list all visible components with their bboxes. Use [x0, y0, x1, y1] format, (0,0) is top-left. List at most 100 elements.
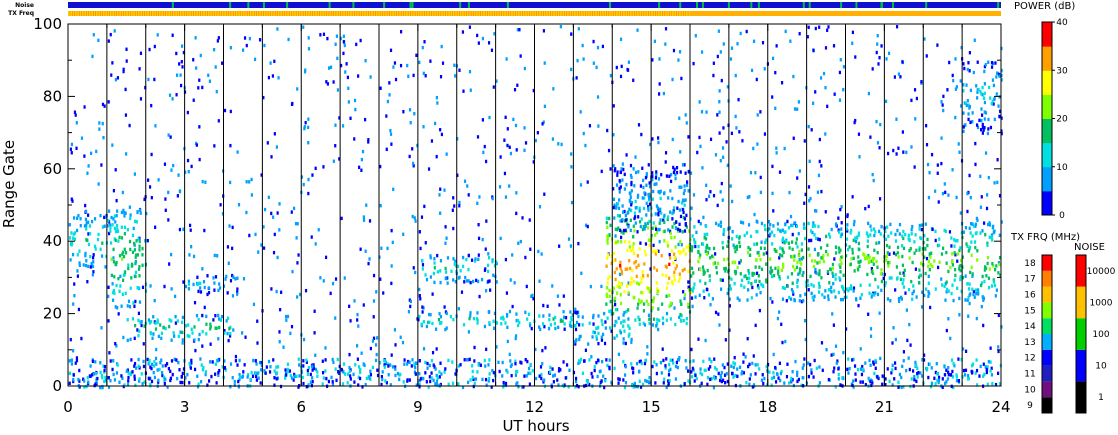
echo-cell — [983, 117, 986, 121]
echo-cell — [245, 210, 248, 215]
echo-cell — [694, 34, 697, 38]
echo-cell — [692, 193, 696, 197]
echo-cell — [759, 290, 762, 295]
echo-cell — [202, 365, 205, 370]
echo-cell — [178, 368, 181, 372]
freq-strip-mark — [205, 11, 208, 16]
echo-cell — [109, 241, 113, 245]
freq-colorbar-tick-label: 18 — [1024, 259, 1036, 269]
echo-cell — [846, 247, 850, 252]
echo-cell — [440, 372, 443, 376]
echo-cell — [353, 380, 356, 384]
echo-cell — [371, 365, 374, 370]
echo-cell — [678, 276, 682, 280]
echo-cell — [619, 260, 622, 265]
echo-cell — [423, 40, 426, 44]
echo-cell — [133, 172, 136, 176]
echo-cell — [839, 265, 842, 269]
echo-cell — [178, 227, 182, 232]
echo-cell — [187, 287, 190, 291]
echo-cell — [137, 364, 140, 368]
echo-cell — [613, 323, 616, 328]
echo-cell — [888, 276, 891, 280]
echo-cell — [918, 268, 921, 272]
echo-cell — [761, 41, 765, 45]
freq-strip-mark — [669, 11, 672, 16]
echo-cell — [134, 259, 137, 264]
echo-cell — [812, 48, 815, 53]
echo-cell — [112, 217, 115, 221]
echo-cell — [207, 286, 211, 290]
echo-cell — [621, 210, 625, 214]
power-colorbar-tick-label: 10 — [1056, 163, 1068, 173]
echo-cell — [592, 313, 595, 318]
power-colorbar-swatch — [1042, 123, 1052, 129]
echo-cell — [514, 373, 518, 377]
y-tick-label: 40 — [43, 232, 62, 250]
echo-cell — [997, 104, 1000, 108]
echo-cell — [964, 349, 968, 354]
echo-cell — [619, 37, 623, 42]
echo-cell — [702, 215, 705, 220]
echo-cell — [369, 75, 372, 79]
echo-cell — [653, 360, 656, 364]
echo-cell — [285, 373, 288, 377]
echo-cell — [316, 374, 319, 378]
echo-cell — [70, 362, 74, 366]
echo-cell — [652, 221, 655, 225]
echo-cell — [624, 364, 627, 369]
echo-cell — [907, 287, 911, 292]
echo-cell — [966, 67, 969, 72]
echo-cell — [709, 190, 712, 194]
echo-cell — [717, 223, 720, 227]
echo-cell — [345, 62, 348, 66]
echo-cell — [171, 97, 174, 101]
echo-cell — [504, 115, 507, 120]
echo-cell — [634, 170, 638, 175]
echo-cell — [736, 374, 739, 379]
echo-cell — [838, 98, 842, 102]
echo-cell — [539, 327, 542, 332]
echo-cell — [212, 276, 215, 280]
freq-strip-mark — [627, 11, 630, 16]
echo-cell — [600, 338, 604, 342]
echo-cell — [159, 361, 162, 365]
echo-cell — [892, 148, 895, 153]
echo-cell — [458, 204, 461, 208]
power-colorbar-swatch — [1042, 181, 1052, 187]
echo-cell — [998, 74, 1001, 78]
echo-cell — [68, 236, 72, 240]
echo-cell — [902, 359, 905, 363]
echo-cell — [963, 373, 967, 377]
echo-cell — [477, 41, 480, 45]
echo-cell — [389, 48, 393, 53]
echo-cell — [905, 150, 908, 155]
echo-cell — [97, 232, 100, 237]
echo-cell — [563, 315, 566, 319]
echo-cell — [411, 214, 414, 219]
echo-cell — [810, 259, 814, 263]
echo-cell — [592, 39, 595, 44]
echo-cell — [68, 381, 71, 386]
power-colorbar-tick-label: 40 — [1056, 18, 1068, 28]
echo-cell — [895, 152, 898, 156]
echo-cell — [255, 378, 259, 382]
echo-cell — [219, 203, 222, 207]
echo-cell — [91, 54, 94, 59]
echo-cell — [720, 370, 723, 375]
freq-strip-mark — [441, 11, 443, 16]
echo-cell — [743, 285, 746, 289]
freq-strip-mark — [357, 11, 359, 16]
freq-strip-mark — [620, 11, 623, 16]
echo-cell — [513, 281, 516, 285]
echo-cell — [82, 263, 85, 267]
echo-cell — [209, 360, 212, 364]
echo-cell — [459, 269, 462, 273]
echo-cell — [654, 233, 657, 237]
echo-cell — [463, 280, 466, 284]
echo-cell — [709, 137, 713, 142]
echo-cell — [735, 126, 738, 130]
echo-cell — [609, 223, 612, 228]
echo-cell — [673, 252, 676, 256]
echo-cell — [501, 374, 504, 378]
